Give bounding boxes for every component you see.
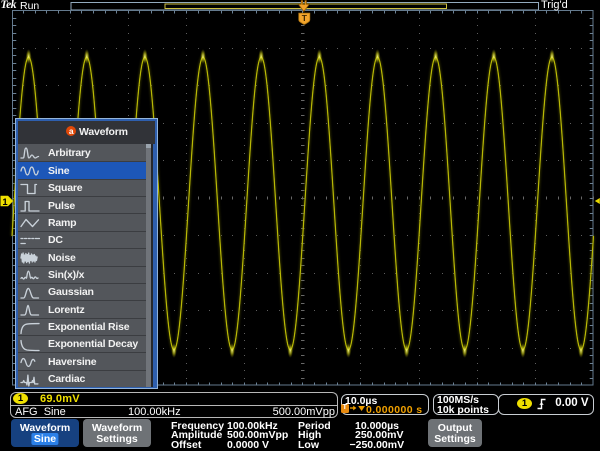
svg-text:T: T [302, 13, 308, 23]
svg-text:1: 1 [2, 197, 8, 208]
